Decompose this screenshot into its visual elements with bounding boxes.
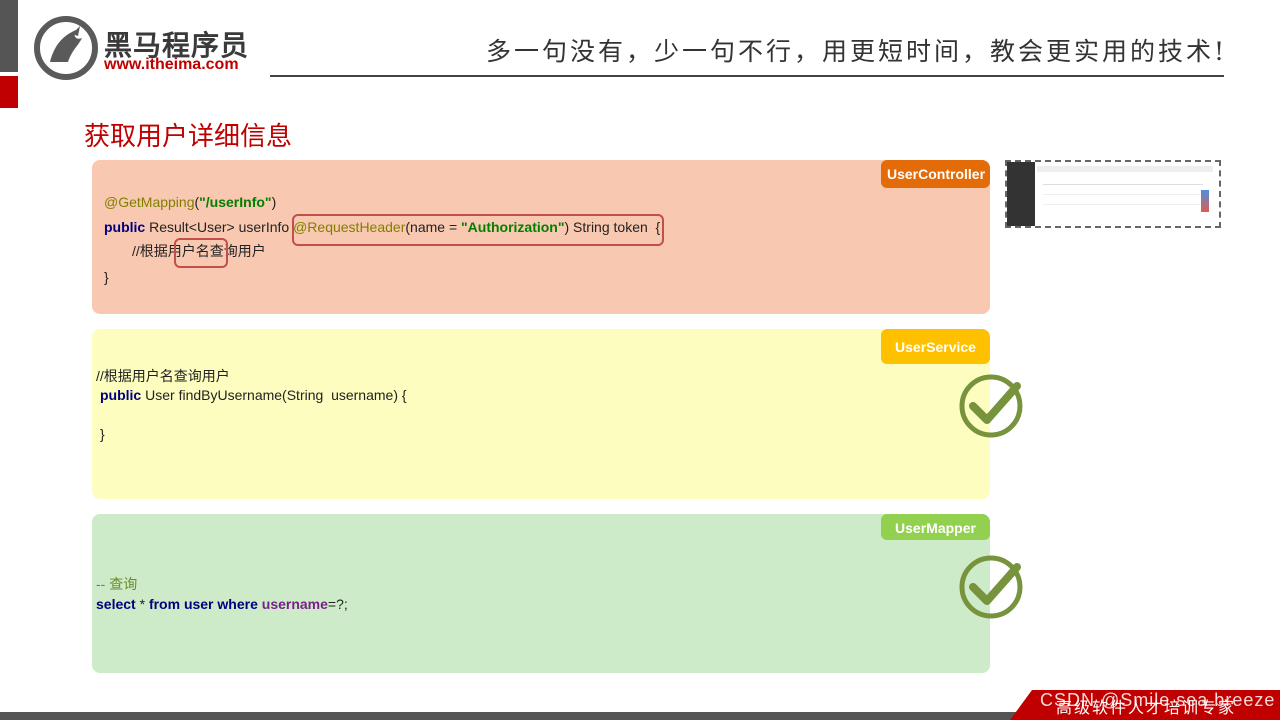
horse-logo-icon xyxy=(34,16,98,80)
sql-from-where: from user where xyxy=(148,596,258,612)
method-signature: Result<User> userInfo xyxy=(145,219,290,235)
highlight-username xyxy=(174,238,228,268)
mapper-tag: UserMapper xyxy=(881,514,990,540)
app-screenshot-thumbnail xyxy=(1005,160,1221,228)
controller-tag: UserController xyxy=(881,160,990,188)
service-comment: //根据用户名查询用户 xyxy=(96,368,230,384)
thumbnail-row xyxy=(1043,204,1203,205)
header-divider xyxy=(270,75,1224,77)
sql-select: select xyxy=(96,596,136,612)
controller-line-4: } xyxy=(104,269,109,285)
annotation-getmapping: @GetMapping xyxy=(104,194,195,210)
sql-rest: =?; xyxy=(327,596,348,612)
slogan: 多一句没有，少一句不行，用更短时间，教会更实用的技术! xyxy=(486,37,1228,66)
sql-column: username xyxy=(257,596,328,612)
thumbnail-actions xyxy=(1201,190,1209,212)
keyword-public: public xyxy=(100,387,142,403)
keyword-public: public xyxy=(104,219,146,235)
path-string: "/userInfo" xyxy=(199,194,272,210)
service-signature: User findByUsername(String username) { xyxy=(141,387,407,403)
service-tag: UserService xyxy=(881,329,990,364)
thumbnail-sidebar xyxy=(1007,162,1035,226)
service-panel xyxy=(92,329,990,499)
thumbnail-row xyxy=(1043,194,1203,195)
thumbnail-topbar xyxy=(1037,166,1213,172)
brand-url: www.itheima.com xyxy=(104,56,239,73)
left-accent-red xyxy=(0,76,18,108)
highlight-requestheader xyxy=(292,214,664,246)
paren-close: ) xyxy=(271,194,277,210)
service-close: } xyxy=(100,426,105,442)
sql-star: * xyxy=(135,596,149,612)
left-accent-bar xyxy=(0,0,18,72)
check-circle-icon xyxy=(959,555,1023,619)
csdn-watermark: CSDN @Smile sea breeze xyxy=(1040,690,1276,710)
service-signature-line: public User findByUsername(String userna… xyxy=(100,385,407,405)
comment-prefix: //根据 xyxy=(132,243,168,259)
mapper-comment: -- 查询 xyxy=(96,576,138,592)
page-title: 获取用户详细信息 xyxy=(84,121,293,151)
check-circle-icon xyxy=(959,374,1023,438)
mapper-sql-line: select * from user where username=?; xyxy=(96,594,348,614)
controller-line-1: @GetMapping("/userInfo") xyxy=(104,192,276,212)
thumbnail-row xyxy=(1043,184,1203,185)
